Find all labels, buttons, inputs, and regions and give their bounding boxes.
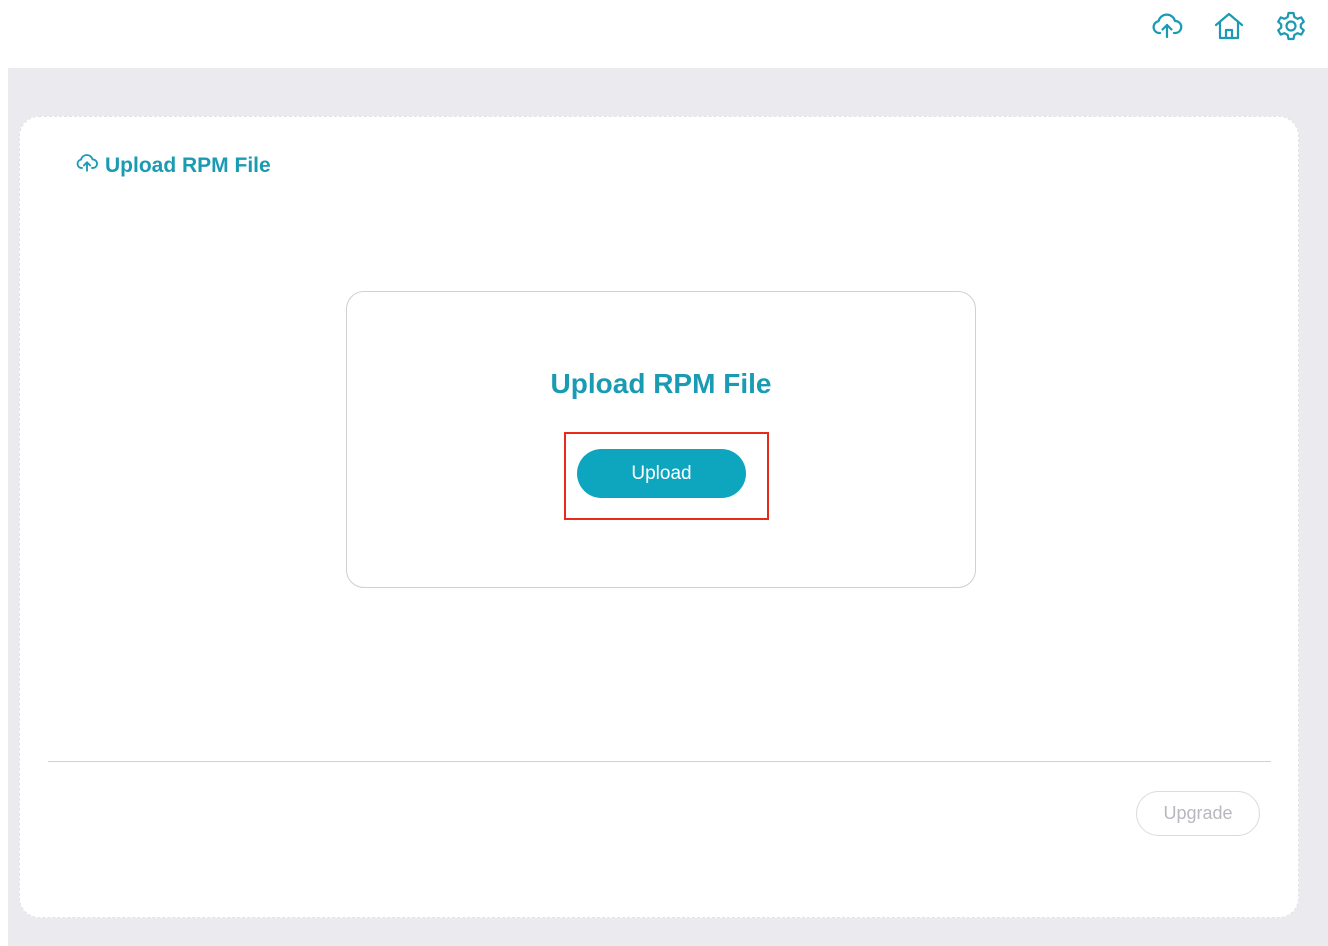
gear-icon[interactable]: [1273, 8, 1309, 44]
divider: [48, 761, 1271, 762]
upload-panel: Upload RPM File Upload RPM File Upload U…: [19, 116, 1299, 918]
cloud-upload-icon[interactable]: [1149, 8, 1185, 44]
upload-button[interactable]: Upload: [577, 449, 746, 498]
card-title: Upload RPM File: [550, 368, 772, 399]
panel-title: Upload RPM File: [105, 154, 271, 177]
panel-header: Upload RPM File: [75, 151, 271, 181]
upload-card: Upload RPM File Upload: [346, 291, 976, 588]
cloud-upload-icon: [75, 151, 99, 181]
home-icon[interactable]: [1211, 8, 1247, 44]
top-bar: [0, 0, 1328, 68]
upgrade-button[interactable]: Upgrade: [1136, 791, 1260, 836]
